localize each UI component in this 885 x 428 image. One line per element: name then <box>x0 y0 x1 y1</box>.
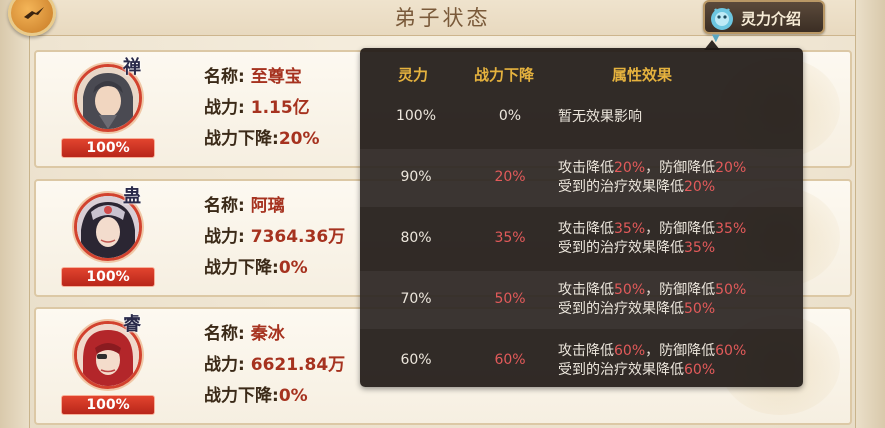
atk-value: 50% <box>614 282 646 298</box>
heal-value: 20% <box>684 179 716 195</box>
power-value: 1.15亿 <box>250 98 310 118</box>
spirit-percent: 100% <box>86 397 130 413</box>
power-label: 战力: <box>204 98 245 118</box>
tooltip-row: 70% 50% 攻击降低50%，防御降低50% 受到的治疗效果降低50% <box>360 271 803 329</box>
tooltip-row: 60% 60% 攻击降低60%，防御降低60% 受到的治疗效果降低60% <box>360 332 803 387</box>
name-label: 名称: <box>204 67 245 87</box>
row-spirit: 60% <box>400 352 432 368</box>
row-effect: 攻击降低50%，防御降低50% 受到的治疗效果降低50% <box>558 281 798 319</box>
name-label: 名称: <box>204 324 245 344</box>
spirit-percent: 100% <box>86 140 130 156</box>
power-value: 7364.36万 <box>250 227 346 247</box>
def-value: 35% <box>715 221 747 237</box>
row-power-drop: 50% <box>494 291 526 307</box>
row-power-drop: 60% <box>494 352 526 368</box>
row-spirit: 100% <box>395 108 437 124</box>
power-value: 6621.84万 <box>250 355 346 375</box>
disciple-name: 阿璃 <box>250 196 285 216</box>
avatar-frame: 蛊 100% <box>58 186 158 289</box>
def-prefix: ，防御降低 <box>645 221 716 237</box>
atk-value: 35% <box>614 221 646 237</box>
tooltip-row: 90% 20% 攻击降低20%，防御降低20% 受到的治疗效果降低20% <box>360 149 803 207</box>
row-spirit: 80% <box>400 230 432 246</box>
power-drop-label: 战力下降: <box>204 129 279 149</box>
heal-prefix: 受到的治疗效果降低 <box>558 179 684 195</box>
def-prefix: ，防御降低 <box>645 282 716 298</box>
row-spirit: 90% <box>400 169 432 185</box>
def-prefix: ，防御降低 <box>645 343 716 359</box>
header-spirit: 灵力 <box>398 66 429 84</box>
heal-value: 35% <box>684 240 716 256</box>
row-effect: 攻击降低60%，防御降低60% 受到的治疗效果降低60% <box>558 342 798 380</box>
tooltip-header: 灵力 战力下降 属性效果 <box>360 60 803 88</box>
spirit-bar: 100% <box>61 395 155 415</box>
scroll-left-edge <box>0 0 30 428</box>
def-value: 50% <box>715 282 747 298</box>
spirit-bar: 100% <box>61 267 155 287</box>
spirit-intro-button[interactable]: 灵力介绍 <box>703 0 825 34</box>
swallow-icon <box>22 5 46 23</box>
power-label: 战力: <box>204 227 245 247</box>
atk-prefix: 攻击降低 <box>558 221 614 237</box>
power-label: 战力: <box>204 355 245 375</box>
row-power-drop: 20% <box>494 169 526 185</box>
def-prefix: ，防御降低 <box>645 160 716 176</box>
disciple-name: 秦冰 <box>250 324 285 344</box>
heal-prefix: 受到的治疗效果降低 <box>558 362 684 378</box>
row-effect: 攻击降低20%，防御降低20% 受到的治疗效果降低20% <box>558 159 798 197</box>
atk-prefix: 攻击降低 <box>558 343 614 359</box>
def-value: 60% <box>715 343 747 359</box>
row-effect: 攻击降低35%，防御降低35% 受到的治疗效果降低35% <box>558 220 798 258</box>
spirit-bar: 100% <box>61 138 155 158</box>
spirit-effect-tooltip: 灵力 战力下降 属性效果 100% 0% 暂无效果影响 90% 20% 攻击降低… <box>360 48 803 387</box>
class-badge: 蛊 <box>123 186 141 207</box>
class-badge: 睿 <box>123 314 141 335</box>
heal-value: 60% <box>684 362 716 378</box>
power-drop-label: 战力下降: <box>204 258 279 278</box>
scroll-right-edge <box>855 0 885 428</box>
heal-prefix: 受到的治疗效果降低 <box>558 301 684 317</box>
spirit-intro-label: 灵力介绍 <box>741 10 802 28</box>
header-power-drop: 战力下降 <box>474 66 535 84</box>
header-attribute-effect: 属性效果 <box>612 66 673 84</box>
power-drop-value: 0% <box>278 258 308 278</box>
row-power-drop: 35% <box>494 230 526 246</box>
def-value: 20% <box>715 160 747 176</box>
heal-value: 50% <box>684 301 716 317</box>
disciple-name: 至尊宝 <box>250 67 302 87</box>
tooltip-row: 100% 0% 暂无效果影响 <box>360 88 803 146</box>
class-badge: 禅 <box>123 57 141 78</box>
heal-prefix: 受到的治疗效果降低 <box>558 240 684 256</box>
row-power-drop: 0% <box>498 108 522 124</box>
atk-value: 60% <box>614 343 646 359</box>
power-drop-value: 20% <box>278 129 320 149</box>
name-label: 名称: <box>204 196 245 216</box>
row-effect: 暂无效果影响 <box>558 109 642 125</box>
spirit-percent: 100% <box>86 269 130 285</box>
atk-prefix: 攻击降低 <box>558 160 614 176</box>
avatar-frame: 睿 100% <box>58 314 158 417</box>
spirit-creature-icon <box>707 3 737 33</box>
row-spirit: 70% <box>400 291 432 307</box>
tooltip-row: 80% 35% 攻击降低35%，防御降低35% 受到的治疗效果降低35% <box>360 210 803 268</box>
power-drop-label: 战力下降: <box>204 386 279 406</box>
atk-value: 20% <box>614 160 646 176</box>
atk-prefix: 攻击降低 <box>558 282 614 298</box>
avatar-frame: 禅 100% <box>58 57 158 160</box>
power-drop-value: 0% <box>278 386 308 406</box>
